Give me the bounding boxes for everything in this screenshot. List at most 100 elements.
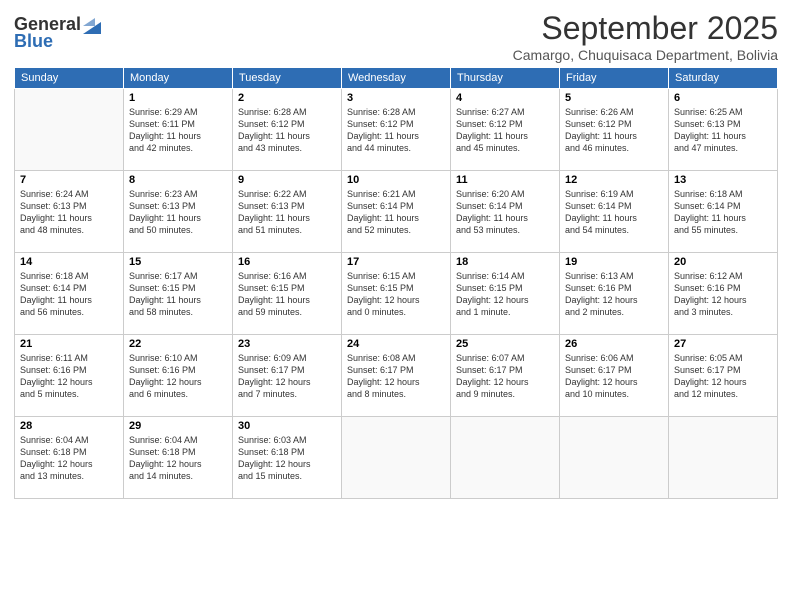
day-number: 7 (20, 174, 118, 186)
day-number: 28 (20, 420, 118, 432)
day-info: Sunrise: 6:12 AM Sunset: 6:16 PM Dayligh… (674, 270, 772, 319)
day-info: Sunrise: 6:15 AM Sunset: 6:15 PM Dayligh… (347, 270, 445, 319)
calendar-cell: 3Sunrise: 6:28 AM Sunset: 6:12 PM Daylig… (342, 89, 451, 171)
calendar-cell: 29 Sunrise: 6:04 AM Sunset: 6:18 PM Dayli… (124, 417, 233, 499)
header: General Blue September 2025 Camargo, Chu… (14, 10, 778, 63)
day-number: 24 (347, 338, 445, 350)
calendar-cell: 13 Sunrise: 6:18 AM Sunset: 6:14 PM Dayli… (669, 171, 778, 253)
day-number: 10 (347, 174, 445, 186)
day-info: Sunrise: 6:11 AM Sunset: 6:16 PM Dayligh… (20, 352, 118, 401)
day-info: Sunrise: 6:29 AM Sunset: 6:11 PM Dayligh… (129, 106, 227, 155)
calendar-cell: 2 Sunrise: 6:28 AM Sunset: 6:12 PM Daylig… (233, 89, 342, 171)
calendar-cell: 6 Sunrise: 6:25 AM Sunset: 6:13 PM Daylig… (669, 89, 778, 171)
day-number: 22 (129, 338, 227, 350)
day-number: 18 (456, 256, 554, 268)
day-info: Sunrise: 6:18 AM Sunset: 6:14 PM Dayligh… (674, 188, 772, 237)
calendar-week-row: 14 Sunrise: 6:18 AM Sunset: 6:14 PM Dayli… (15, 253, 778, 335)
day-number: 6 (674, 92, 772, 104)
day-number: 25 (456, 338, 554, 350)
day-info: Sunrise: 6:05 AM Sunset: 6:17 PM Dayligh… (674, 352, 772, 401)
day-number: 21 (20, 338, 118, 350)
calendar-day-header: Saturday (669, 68, 778, 89)
calendar-cell: 21 Sunrise: 6:11 AM Sunset: 6:16 PM Dayli… (15, 335, 124, 417)
day-info: Sunrise: 6:24 AM Sunset: 6:13 PM Dayligh… (20, 188, 118, 237)
day-number: 30 (238, 420, 336, 432)
day-number: 12 (565, 174, 663, 186)
day-info: Sunrise: 6:16 AM Sunset: 6:15 PM Dayligh… (238, 270, 336, 319)
calendar-cell: 7 Sunrise: 6:24 AM Sunset: 6:13 PM Daylig… (15, 171, 124, 253)
day-number: 26 (565, 338, 663, 350)
day-number: 5 (565, 92, 663, 104)
calendar-table: SundayMondayTuesdayWednesdayThursdayFrid… (14, 67, 778, 499)
day-number: 14 (20, 256, 118, 268)
day-info: Sunrise: 6:27 AM Sunset: 6:12 PM Dayligh… (456, 106, 554, 155)
day-number: 15 (129, 256, 227, 268)
calendar-cell: 28 Sunrise: 6:04 AM Sunset: 6:18 PM Dayli… (15, 417, 124, 499)
calendar-cell: 15 Sunrise: 6:17 AM Sunset: 6:15 PM Dayli… (124, 253, 233, 335)
calendar-day-header: Tuesday (233, 68, 342, 89)
calendar-cell (669, 417, 778, 499)
calendar-cell: 8 Sunrise: 6:23 AM Sunset: 6:13 PM Daylig… (124, 171, 233, 253)
calendar-week-row: 28 Sunrise: 6:04 AM Sunset: 6:18 PM Dayli… (15, 417, 778, 499)
day-info: Sunrise: 6:04 AM Sunset: 6:18 PM Dayligh… (129, 434, 227, 483)
calendar-cell: 20 Sunrise: 6:12 AM Sunset: 6:16 PM Dayli… (669, 253, 778, 335)
calendar-cell (342, 417, 451, 499)
day-number: 8 (129, 174, 227, 186)
day-info: Sunrise: 6:06 AM Sunset: 6:17 PM Dayligh… (565, 352, 663, 401)
calendar-cell: 26 Sunrise: 6:06 AM Sunset: 6:17 PM Dayli… (560, 335, 669, 417)
day-number: 23 (238, 338, 336, 350)
calendar-cell: 16Sunrise: 6:16 AM Sunset: 6:15 PM Dayli… (233, 253, 342, 335)
calendar-day-header: Sunday (15, 68, 124, 89)
calendar-cell: 27 Sunrise: 6:05 AM Sunset: 6:17 PM Dayli… (669, 335, 778, 417)
calendar-header-row: SundayMondayTuesdayWednesdayThursdayFrid… (15, 68, 778, 89)
day-info: Sunrise: 6:20 AM Sunset: 6:14 PM Dayligh… (456, 188, 554, 237)
calendar-cell: 10 Sunrise: 6:21 AM Sunset: 6:14 PM Dayli… (342, 171, 451, 253)
day-info: Sunrise: 6:23 AM Sunset: 6:13 PM Dayligh… (129, 188, 227, 237)
calendar-cell: 24 Sunrise: 6:08 AM Sunset: 6:17 PM Dayli… (342, 335, 451, 417)
calendar-cell: 1 Sunrise: 6:29 AM Sunset: 6:11 PM Daylig… (124, 89, 233, 171)
location-subtitle: Camargo, Chuquisaca Department, Bolivia (513, 47, 778, 63)
calendar-cell: 11 Sunrise: 6:20 AM Sunset: 6:14 PM Dayli… (451, 171, 560, 253)
day-info: Sunrise: 6:19 AM Sunset: 6:14 PM Dayligh… (565, 188, 663, 237)
day-number: 1 (129, 92, 227, 104)
calendar-cell: 12 Sunrise: 6:19 AM Sunset: 6:14 PM Dayli… (560, 171, 669, 253)
day-info: Sunrise: 6:07 AM Sunset: 6:17 PM Dayligh… (456, 352, 554, 401)
day-number: 9 (238, 174, 336, 186)
month-title: September 2025 (513, 10, 778, 47)
calendar-cell: 19Sunrise: 6:13 AM Sunset: 6:16 PM Dayli… (560, 253, 669, 335)
calendar-day-header: Friday (560, 68, 669, 89)
day-number: 3 (347, 92, 445, 104)
day-info: Sunrise: 6:26 AM Sunset: 6:12 PM Dayligh… (565, 106, 663, 155)
calendar-cell: 5 Sunrise: 6:26 AM Sunset: 6:12 PM Daylig… (560, 89, 669, 171)
day-number: 13 (674, 174, 772, 186)
day-info: Sunrise: 6:13 AM Sunset: 6:16 PM Dayligh… (565, 270, 663, 319)
day-info: Sunrise: 6:28 AM Sunset: 6:12 PM Dayligh… (238, 106, 336, 155)
calendar-week-row: 21 Sunrise: 6:11 AM Sunset: 6:16 PM Dayli… (15, 335, 778, 417)
calendar-cell (451, 417, 560, 499)
calendar-cell: 22 Sunrise: 6:10 AM Sunset: 6:16 PM Dayli… (124, 335, 233, 417)
logo: General Blue (14, 14, 101, 52)
title-block: September 2025 Camargo, Chuquisaca Depar… (513, 10, 778, 63)
day-number: 17 (347, 256, 445, 268)
day-info: Sunrise: 6:14 AM Sunset: 6:15 PM Dayligh… (456, 270, 554, 319)
day-info: Sunrise: 6:25 AM Sunset: 6:13 PM Dayligh… (674, 106, 772, 155)
calendar-cell: 4 Sunrise: 6:27 AM Sunset: 6:12 PM Daylig… (451, 89, 560, 171)
day-number: 2 (238, 92, 336, 104)
day-info: Sunrise: 6:17 AM Sunset: 6:15 PM Dayligh… (129, 270, 227, 319)
calendar-cell: 9Sunrise: 6:22 AM Sunset: 6:13 PM Daylig… (233, 171, 342, 253)
calendar-day-header: Thursday (451, 68, 560, 89)
day-info: Sunrise: 6:18 AM Sunset: 6:14 PM Dayligh… (20, 270, 118, 319)
day-info: Sunrise: 6:10 AM Sunset: 6:16 PM Dayligh… (129, 352, 227, 401)
day-number: 11 (456, 174, 554, 186)
calendar-day-header: Monday (124, 68, 233, 89)
day-info: Sunrise: 6:21 AM Sunset: 6:14 PM Dayligh… (347, 188, 445, 237)
day-info: Sunrise: 6:09 AM Sunset: 6:17 PM Dayligh… (238, 352, 336, 401)
day-number: 4 (456, 92, 554, 104)
day-info: Sunrise: 6:08 AM Sunset: 6:17 PM Dayligh… (347, 352, 445, 401)
day-info: Sunrise: 6:04 AM Sunset: 6:18 PM Dayligh… (20, 434, 118, 483)
day-number: 27 (674, 338, 772, 350)
day-number: 20 (674, 256, 772, 268)
day-number: 29 (129, 420, 227, 432)
calendar-cell: 14 Sunrise: 6:18 AM Sunset: 6:14 PM Dayli… (15, 253, 124, 335)
calendar-cell: 17 Sunrise: 6:15 AM Sunset: 6:15 PM Dayli… (342, 253, 451, 335)
